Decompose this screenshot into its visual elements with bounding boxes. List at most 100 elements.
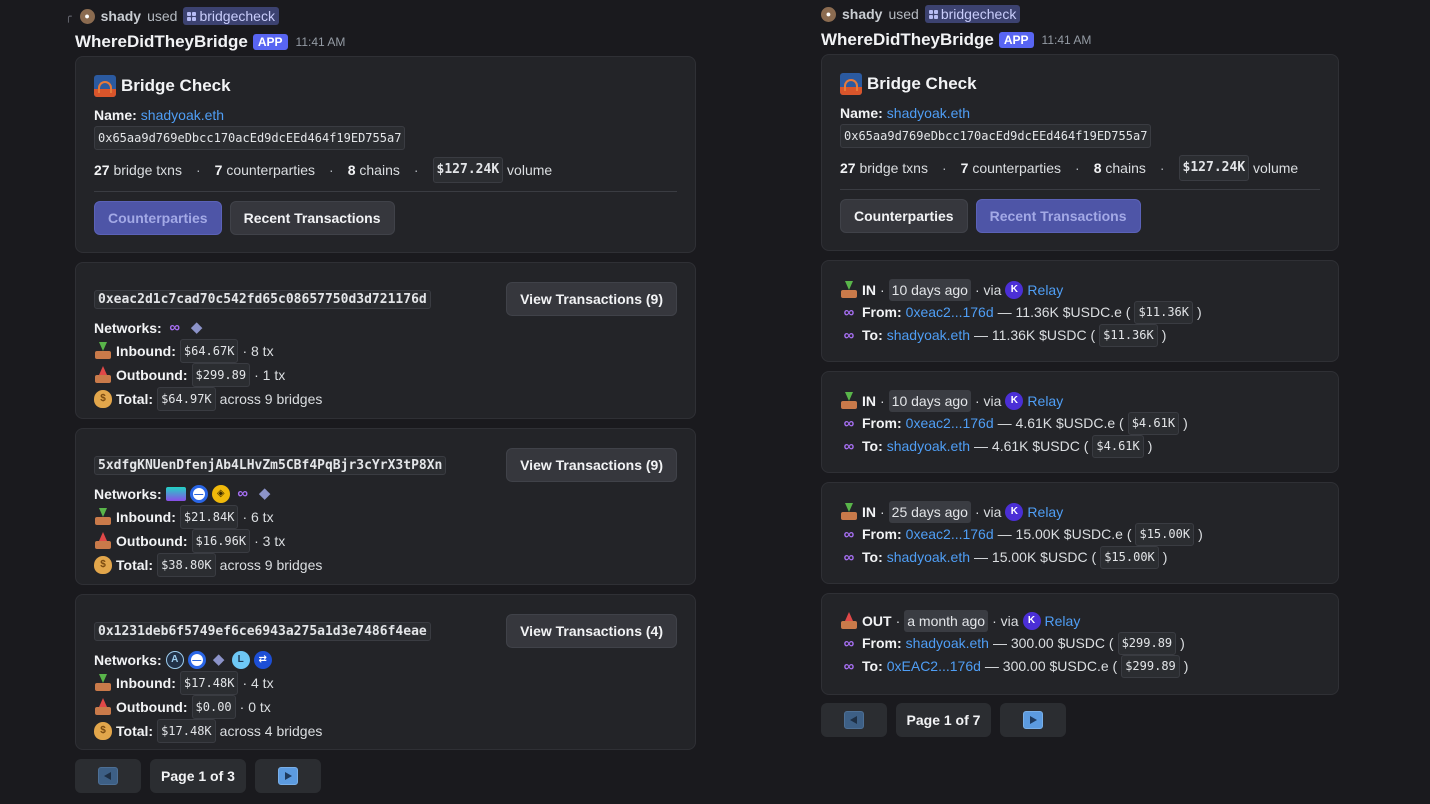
command-chip[interactable]: bridgecheck xyxy=(924,5,1021,23)
tx-time: a month ago xyxy=(904,610,989,632)
from-usd: $15.00K xyxy=(1135,523,1195,546)
reply-connector-icon: ╭ xyxy=(65,10,72,23)
used-text: used xyxy=(147,8,178,24)
bridge-link[interactable]: Relay xyxy=(1027,501,1063,523)
ens-name-link[interactable]: shadyoak.eth xyxy=(141,104,224,126)
bridge-link[interactable]: Relay xyxy=(1027,390,1063,412)
relay-icon: K xyxy=(1022,612,1041,630)
inbound-tx-count: · 8 tx xyxy=(242,343,274,359)
transaction-card: IN · 25 days ago · via K Relay ∞ From: 0… xyxy=(821,482,1339,584)
next-page-button[interactable] xyxy=(1000,703,1066,737)
counterparties-button[interactable]: Counterparties xyxy=(840,199,968,233)
prev-page-button[interactable] xyxy=(75,759,141,793)
to-link[interactable]: 0xEAC2...176d xyxy=(887,656,981,677)
bridge-link[interactable]: Relay xyxy=(1027,279,1063,301)
view-transactions-button[interactable]: View Transactions (4) xyxy=(506,614,677,648)
used-text: used xyxy=(888,6,919,22)
to-amount: — 300.00 $USDC.e ( xyxy=(984,658,1118,674)
inbox-icon xyxy=(94,342,112,360)
view-transactions-button[interactable]: View Transactions (9) xyxy=(506,282,677,316)
separator: · xyxy=(329,162,334,178)
polygon-icon: ∞ xyxy=(843,304,855,321)
to-link[interactable]: shadyoak.eth xyxy=(887,547,970,568)
inbox-icon xyxy=(94,674,112,692)
card-title-text: Bridge Check xyxy=(121,76,231,95)
bridge-icon xyxy=(94,75,116,97)
from-link[interactable]: 0xeac2...176d xyxy=(906,413,994,434)
stat-label-chains: chains xyxy=(1105,160,1146,176)
from-amount: — 11.36K $USDC.e ( xyxy=(997,304,1131,320)
message-header: WhereDidTheyBridge APP 11:41 AM xyxy=(821,29,1091,51)
tx-from-row: ∞ From: 0xeac2...176d — 15.00K $USDC.e (… xyxy=(840,523,1320,546)
author-name[interactable]: WhereDidTheyBridge xyxy=(75,32,248,52)
from-link[interactable]: 0xeac2...176d xyxy=(906,302,994,323)
polygon-icon: ∞ xyxy=(843,635,855,652)
author-name[interactable]: WhereDidTheyBridge xyxy=(821,30,994,50)
command-chip[interactable]: bridgecheck xyxy=(183,7,279,25)
inbound-tx-count: · 6 tx xyxy=(242,509,274,525)
next-page-button[interactable] xyxy=(255,759,321,793)
view-tabs: Counterparties Recent Transactions xyxy=(840,199,1320,233)
ethereum-icon: ◆ xyxy=(258,485,271,502)
to-link[interactable]: shadyoak.eth xyxy=(887,325,970,346)
name-row: Name: shadyoak.eth xyxy=(94,104,677,126)
networks-row: Networks: ∞ ◆ xyxy=(94,317,677,339)
via-text: · via xyxy=(974,504,1002,520)
to-usd: $11.36K xyxy=(1099,324,1158,347)
via-text: · via xyxy=(974,393,1002,409)
page-indicator: Page 1 of 7 xyxy=(896,703,991,737)
from-amount: — 300.00 $USDC ( xyxy=(992,635,1114,651)
timestamp: 11:41 AM xyxy=(1041,33,1092,47)
to-usd: $299.89 xyxy=(1121,655,1180,678)
relay-icon: K xyxy=(1005,392,1024,410)
total-row: $ Total: $38.80K across 9 bridges xyxy=(94,553,677,577)
from-link[interactable]: shadyoak.eth xyxy=(906,633,989,654)
prev-page-button[interactable] xyxy=(821,703,887,737)
arrow-left-icon xyxy=(844,711,864,729)
to-amount: — 11.36K $USDC ( xyxy=(974,327,1096,343)
optimism-icon: — xyxy=(187,651,206,669)
wallet-address: 0x65aa9d769eDbcc170acEd9dcEEd464f19ED755… xyxy=(94,126,406,150)
tx-direction: IN xyxy=(862,504,876,520)
transaction-card: OUT · a month ago · via K Relay ∞ From: … xyxy=(821,593,1339,695)
tx-from-row: ∞ From: 0xeac2...176d — 11.36K $USDC.e (… xyxy=(840,301,1320,324)
money-bag-icon: $ xyxy=(94,722,112,740)
from-close: ) xyxy=(1197,304,1202,320)
avatar[interactable]: ● xyxy=(821,6,836,22)
stat-label-counterparties: counterparties xyxy=(972,160,1062,176)
from-link[interactable]: 0xeac2...176d xyxy=(906,524,994,545)
view-tabs: Counterparties Recent Transactions xyxy=(94,201,677,235)
total-row: $ Total: $64.97K across 9 bridges xyxy=(94,387,677,411)
polygon-icon: ∞ xyxy=(843,526,855,543)
to-amount: — 15.00K $USDC ( xyxy=(974,549,1097,565)
total-value: $38.80K xyxy=(157,553,216,577)
username[interactable]: shady xyxy=(101,8,141,24)
recent-transactions-button[interactable]: Recent Transactions xyxy=(229,201,395,235)
inbox-icon xyxy=(94,508,112,526)
outbound-row: Outbound: $0.00 · 0 tx xyxy=(94,695,677,719)
timestamp: 11:41 AM xyxy=(295,35,346,49)
tx-to-row: ∞ To: shadyoak.eth — 4.61K $USDC ( $4.61… xyxy=(840,435,1320,458)
inbound-row: Inbound: $21.84K · 6 tx xyxy=(94,505,677,529)
stat-label-txns: bridge txns xyxy=(859,160,928,176)
from-amount: — 4.61K $USDC.e ( xyxy=(997,415,1124,431)
polygon-icon: ∞ xyxy=(843,327,855,344)
inbound-value: $21.84K xyxy=(179,505,239,529)
counterparties-button[interactable]: Counterparties xyxy=(94,201,222,235)
username[interactable]: shady xyxy=(842,6,882,22)
to-close: ) xyxy=(1147,438,1153,454)
separator: · xyxy=(1075,160,1080,176)
avatar[interactable]: ● xyxy=(79,8,95,24)
ens-name-link[interactable]: shadyoak.eth xyxy=(887,102,970,124)
to-link[interactable]: shadyoak.eth xyxy=(887,436,970,457)
lens-icon: L xyxy=(231,651,250,669)
transaction-card: IN · 10 days ago · via K Relay ∞ From: 0… xyxy=(821,260,1339,362)
bridge-link[interactable]: Relay xyxy=(1045,610,1081,632)
outbound-label: Outbound: xyxy=(116,367,188,383)
outbound-tx-count: · 3 tx xyxy=(254,533,286,549)
from-amount: — 15.00K $USDC.e ( xyxy=(997,526,1132,542)
tx-header-row: OUT · a month ago · via K Relay xyxy=(840,610,1320,632)
recent-transactions-button[interactable]: Recent Transactions xyxy=(975,199,1141,233)
stat-label-volume: volume xyxy=(1253,160,1299,176)
view-transactions-button[interactable]: View Transactions (9) xyxy=(506,448,677,482)
